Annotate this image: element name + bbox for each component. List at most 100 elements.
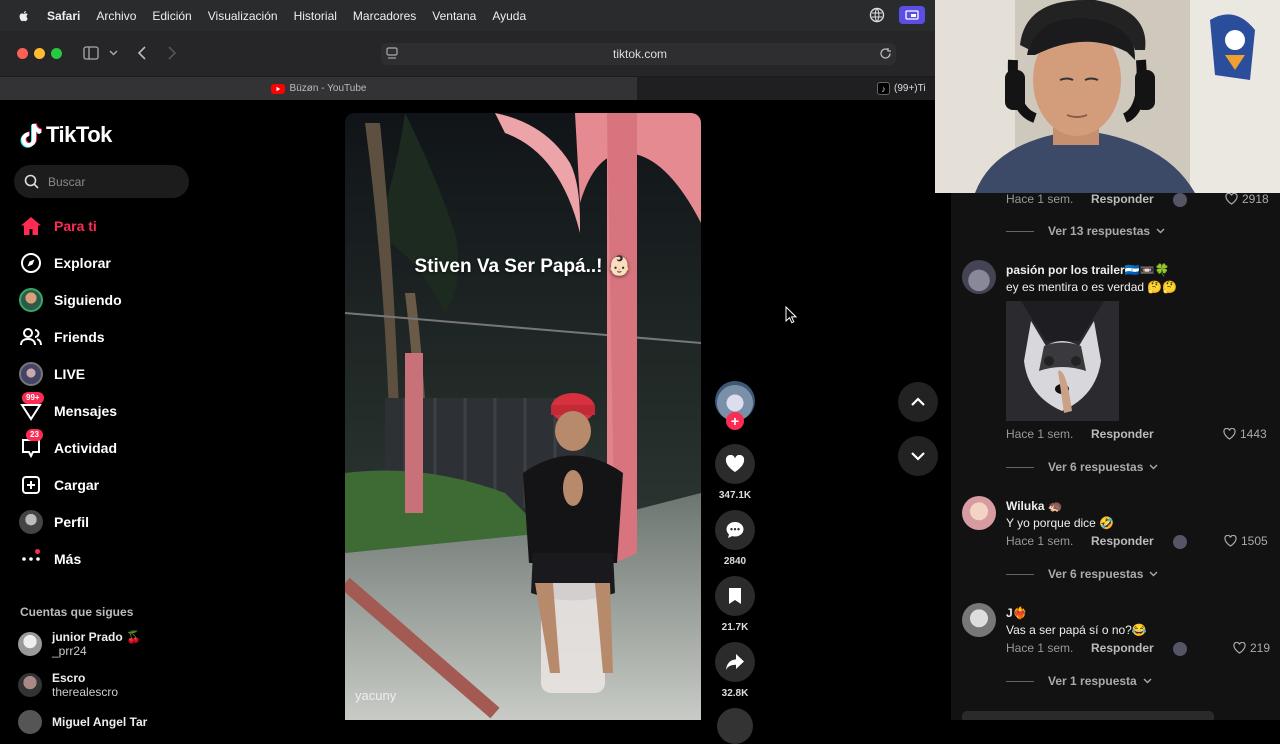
video-author[interactable]: yacuny [355,688,396,703]
reply-button[interactable]: Responder [1091,192,1154,206]
reply-button[interactable]: Responder [1091,427,1154,441]
tab-tiktok[interactable]: ♪ (99+)Ti [877,77,935,100]
chevron-down-icon [1149,464,1158,470]
view-replies-button[interactable]: Ver 6 respuestas [1006,460,1158,474]
search-placeholder: Buscar [48,174,86,189]
view-replies-button[interactable]: Ver 6 respuestas [1006,567,1158,581]
following-account[interactable]: Miguel Angel Tar [18,710,147,734]
following-account[interactable]: Escro therealescro [18,671,118,699]
tiktok-logo[interactable]: TikTok [20,122,112,148]
next-video-button[interactable] [898,436,938,476]
nav-label: Mensajes [54,403,118,419]
previous-video-button[interactable] [898,382,938,422]
chevron-down-icon [911,452,925,461]
nav-label: Más [54,551,82,567]
comment-like-button[interactable]: 1443 [1223,427,1267,441]
following-account[interactable]: junior Prado 🍒 _prr24 [18,630,141,658]
mouse-cursor-icon [785,306,797,324]
commenter-avatar[interactable] [962,603,996,637]
heart-outline-icon [1224,535,1237,547]
comment-like-count: 1443 [1240,427,1267,441]
follow-plus-icon[interactable]: + [726,412,744,430]
creator-avatar[interactable]: + [714,381,756,430]
nav-perfil[interactable]: Perfil [18,509,89,535]
youtube-icon [270,83,285,94]
nav-explorar[interactable]: Explorar [18,250,111,276]
commenter-name[interactable]: pasión por los trailer🇳🇮📼🍀 [1006,263,1177,277]
nav-label: Perfil [54,514,90,530]
nav-label: Siguiendo [54,292,122,308]
like-button[interactable]: 347.1K [714,444,756,501]
reply-button[interactable]: Responder [1091,534,1154,548]
view-replies-button[interactable]: Ver 1 respuesta [1006,674,1152,688]
nav-live[interactable]: LIVE [18,361,85,387]
comment-icon [726,522,744,538]
globe-status-icon[interactable] [869,7,885,23]
avatar [18,287,44,313]
menu-edicion[interactable]: Edición [152,9,191,23]
reply-button[interactable]: Responder [1091,641,1154,655]
comment-like-count: 1505 [1241,534,1268,548]
account-name: Miguel Angel Tar [52,715,148,729]
upload-icon [18,472,44,498]
comment-like-button[interactable]: 2918 [1225,192,1269,206]
share-button[interactable]: 32.8K [714,642,756,699]
nav-siguiendo[interactable]: Siguiendo [18,287,122,313]
nav-mas[interactable]: Más [18,546,81,572]
nav-friends[interactable]: Friends [18,324,105,350]
comment-gif-image[interactable] [1006,301,1119,421]
menu-archivo[interactable]: Archivo [96,9,136,23]
comment-like-button[interactable]: 1505 [1224,534,1268,548]
nav-label: Para ti [54,218,97,234]
heart-outline-icon [1225,193,1238,205]
nav-para-ti[interactable]: Para ti [18,213,97,239]
search-input[interactable]: Buscar [14,165,189,198]
comment-button[interactable]: 2840 [714,510,756,567]
music-disc[interactable] [714,708,756,744]
comment-time: Hace 1 sem. [1006,641,1074,655]
screen-mirroring-icon[interactable] [899,6,925,24]
creator-liked-avatar [1173,193,1187,207]
menu-app-safari[interactable]: Safari [47,9,80,23]
compass-icon [18,250,44,276]
apple-icon[interactable] [17,9,31,23]
menu-visualizacion[interactable]: Visualización [208,9,278,23]
tab-title: Büzøn - YouTube [289,83,367,94]
comment-input-bar[interactable] [962,711,1214,720]
share-icon [726,654,744,670]
save-count: 21.7K [721,622,749,633]
heart-outline-icon [1223,428,1236,440]
nav-cargar[interactable]: Cargar [18,472,99,498]
comment-time: Hace 1 sem. [1006,192,1074,206]
avatar [18,673,42,697]
comment-body: pasión por los trailer🇳🇮📼🍀 ey es mentira… [1006,263,1177,294]
account-name: Escro [52,671,86,685]
friends-icon [18,324,44,350]
comment-like-button[interactable]: 219 [1233,641,1270,655]
heart-outline-icon [1233,642,1246,654]
comment-text: Vas a ser papá sí o no?😂 [1006,623,1147,637]
more-icon [18,546,44,572]
share-count: 32.8K [721,688,749,699]
account-handle: _prr24 [52,644,87,658]
video-player[interactable]: Stiven Va Ser Papá..! 👶🏻 yacuny [345,113,701,720]
reload-icon[interactable] [879,47,892,60]
menu-historial[interactable]: Historial [294,9,337,23]
commenter-avatar[interactable] [962,260,996,294]
chevron-down-icon [1156,228,1165,234]
menu-ventana[interactable]: Ventana [432,9,476,23]
menu-marcadores[interactable]: Marcadores [353,9,416,23]
commenter-name[interactable]: Wiluka 🦔 [1006,499,1114,513]
menu-ayuda[interactable]: Ayuda [492,9,526,23]
bookmark-icon [729,588,741,604]
tab-youtube[interactable]: Büzøn - YouTube [0,77,637,100]
commenter-avatar[interactable] [962,496,996,530]
chevron-up-icon [911,397,925,406]
commenter-name[interactable]: J❤️‍🔥 [1006,606,1147,620]
nav-mensajes[interactable]: 99+ Mensajes [18,392,118,424]
view-replies-button[interactable]: Ver 13 respuestas [1006,224,1165,238]
activity-icon: 23 [18,429,44,461]
nav-actividad[interactable]: 23 Actividad [18,429,117,461]
comment-like-count: 219 [1250,641,1271,655]
save-button[interactable]: 21.7K [714,576,756,633]
